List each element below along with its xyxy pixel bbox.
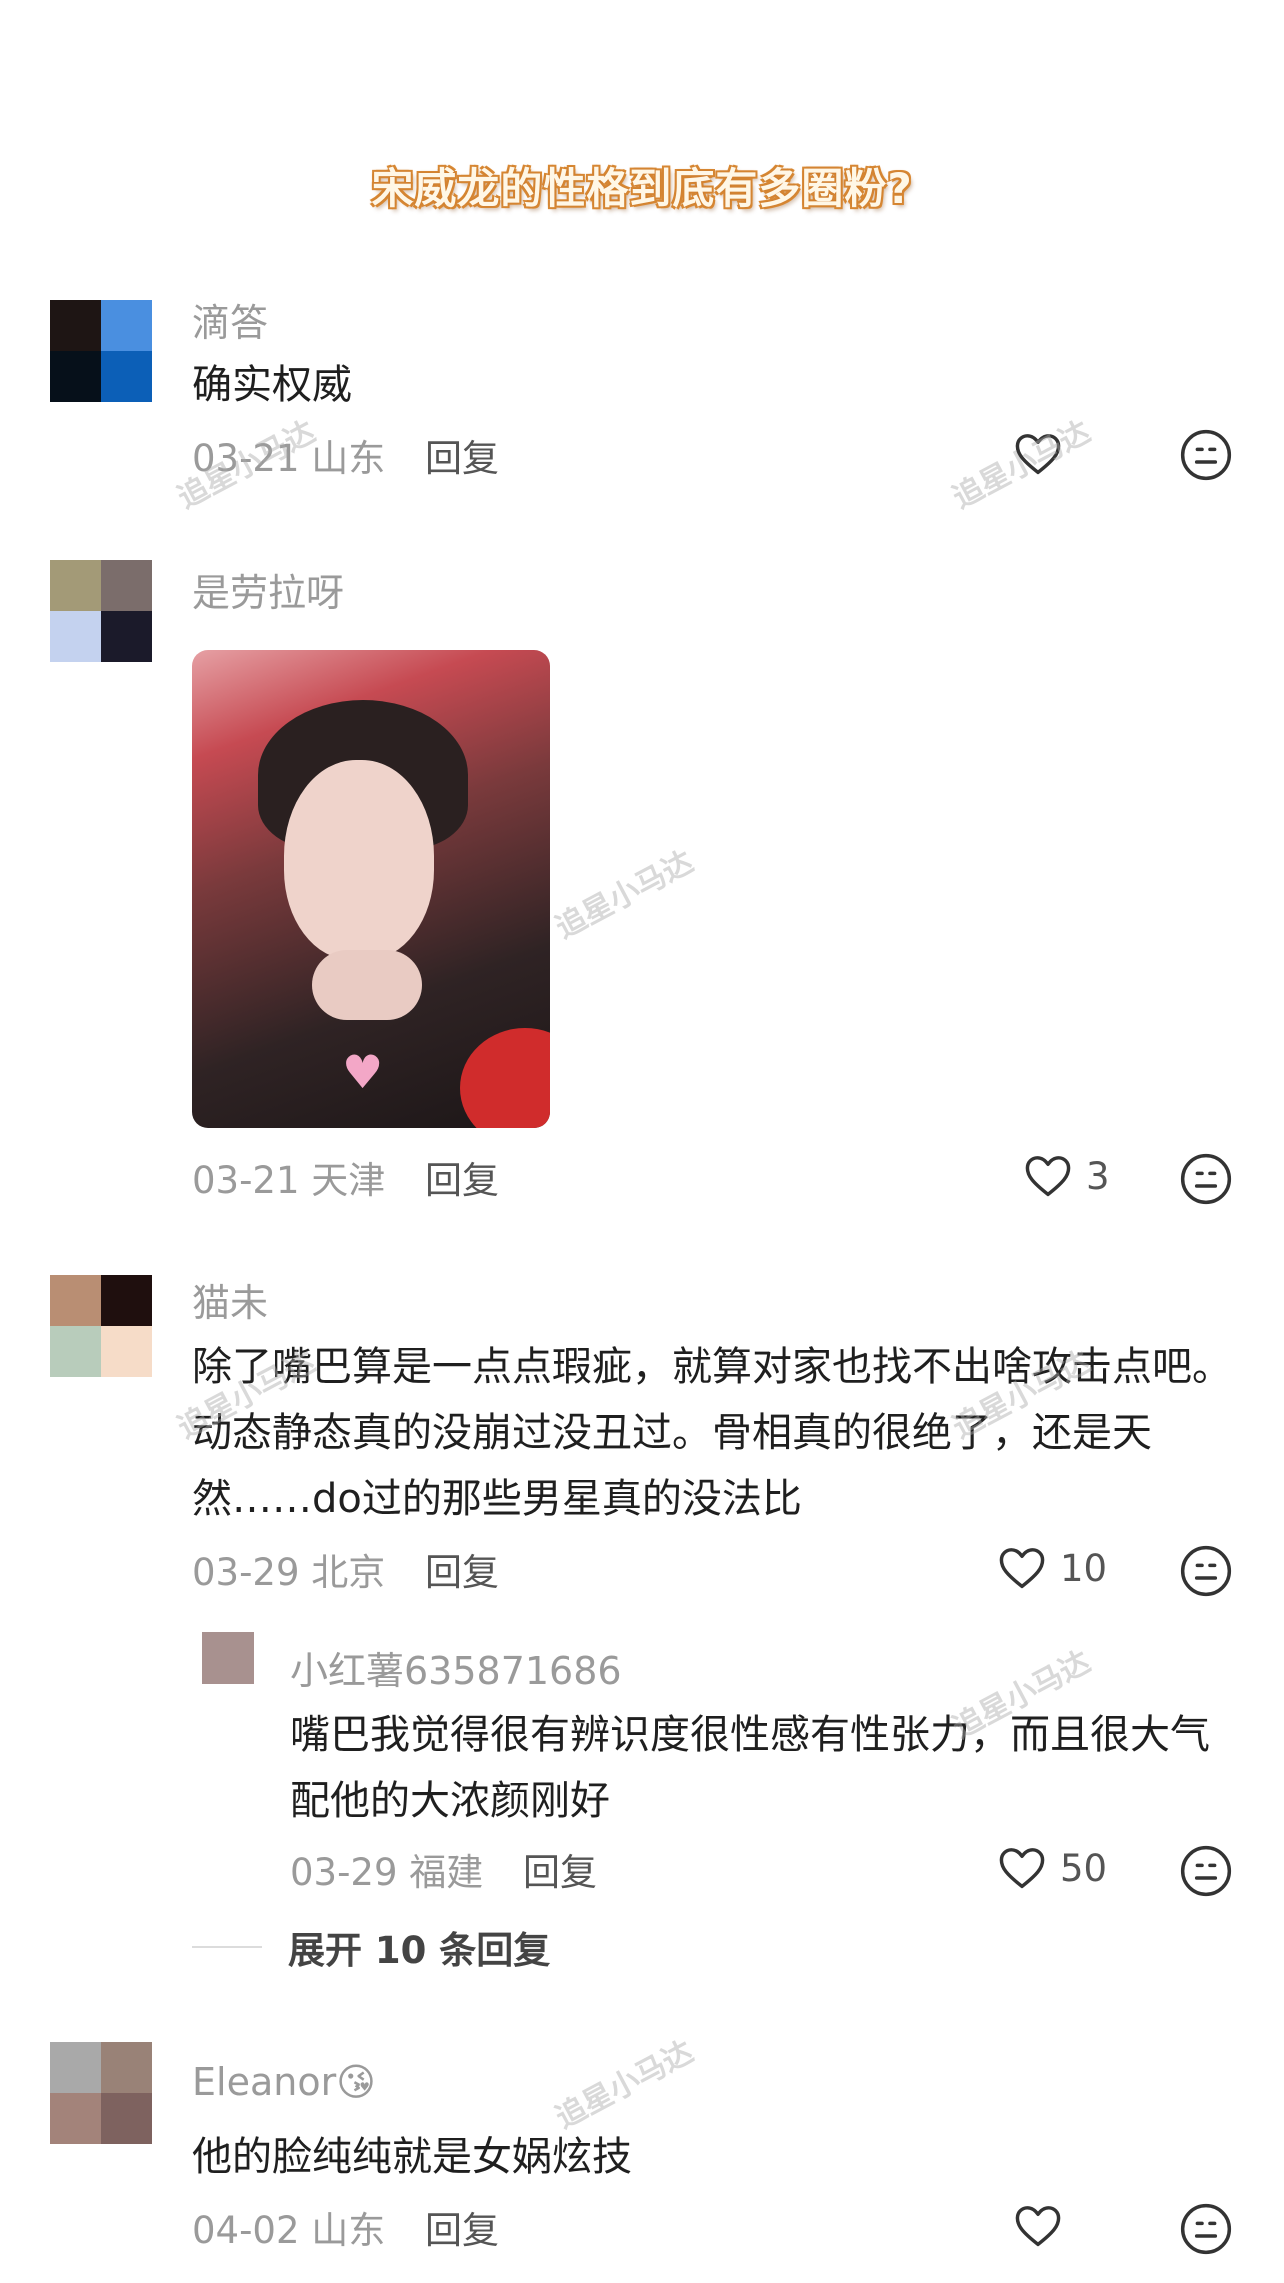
expand-replies-button[interactable]: 展开 10 条回复 <box>192 1920 550 1974</box>
reply-button[interactable]: 回复 <box>425 2209 499 2252</box>
comment-date: 03-29 <box>192 1551 300 1594</box>
watermark: 追星小马达 <box>550 844 700 946</box>
comment-meta: 03-29 北京 回复 <box>192 1542 499 1596</box>
reply-location: 福建 <box>409 1851 484 1894</box>
reply-date: 03-29 <box>290 1851 398 1894</box>
like-count: 50 <box>1060 1846 1108 1890</box>
comment-location: 北京 <box>311 1551 386 1594</box>
like-button[interactable]: 3 <box>1022 1150 1110 1202</box>
image-face <box>284 760 434 960</box>
expand-replies-label: 展开 10 条回复 <box>288 1929 551 1972</box>
comment-location: 山东 <box>311 437 386 480</box>
avatar[interactable] <box>50 1275 152 1377</box>
heart-outline-icon <box>1015 2206 1061 2247</box>
avatar[interactable] <box>50 300 152 402</box>
comment-text: 他的脸纯纯就是女娲炫技 <box>192 2134 632 2180</box>
comment-username[interactable]: 是劳拉呀 <box>192 562 344 617</box>
reply-avatar[interactable] <box>202 1632 254 1684</box>
reply-button[interactable]: 回复 <box>425 1551 499 1594</box>
neutral-face-icon[interactable] <box>1178 427 1234 483</box>
reply-meta: 03-29 福建 回复 <box>290 1842 597 1896</box>
comment-username[interactable]: Eleanor😘 <box>192 2060 376 2104</box>
neutral-face-icon[interactable] <box>1178 1151 1234 1207</box>
image-hands <box>312 950 422 1020</box>
comment-date: 03-21 <box>192 1159 300 1202</box>
reply-button[interactable]: 回复 <box>425 437 499 480</box>
reply-button[interactable]: 回复 <box>425 1159 499 1202</box>
reply-text: 嘴巴我觉得很有辨识度很性感有性张力，而且很大气配他的大浓颜刚好 <box>290 1712 1210 1824</box>
comment-location: 山东 <box>311 2209 386 2252</box>
watermark: 追星小马达 <box>550 2034 700 2136</box>
post-title: 宋威龙的性格到底有多圈粉? <box>371 164 913 213</box>
like-button[interactable]: 10 <box>996 1542 1107 1594</box>
reply-button[interactable]: 回复 <box>523 1851 597 1894</box>
avatar[interactable] <box>50 560 152 662</box>
comment-image[interactable]: ♥ <box>192 650 550 1128</box>
like-button[interactable] <box>1012 2200 1076 2252</box>
like-button[interactable]: 50 <box>996 1842 1107 1894</box>
comment-username[interactable]: 猫未 <box>192 1272 268 1327</box>
neutral-face-icon[interactable] <box>1178 2201 1234 2257</box>
divider-line <box>192 1946 262 1948</box>
neutral-face-icon[interactable] <box>1178 1543 1234 1599</box>
heart-outline-icon <box>999 1548 1045 1589</box>
comment-meta: 03-21 天津 回复 <box>192 1150 499 1204</box>
reply-username[interactable]: 小红薯635871686 <box>290 1640 622 1695</box>
heart-outline-icon <box>1025 1156 1071 1197</box>
image-red-object <box>460 1028 550 1128</box>
comment-location: 天津 <box>311 1159 386 1202</box>
image-heart-icon: ♥ <box>342 1045 384 1099</box>
comment-username[interactable]: 滴答 <box>192 292 268 347</box>
heart-outline-icon <box>999 1848 1045 1889</box>
like-count: 10 <box>1060 1546 1108 1590</box>
avatar[interactable] <box>50 2042 152 2144</box>
comment-meta: 04-02 山东 回复 <box>192 2200 499 2254</box>
neutral-face-icon[interactable] <box>1178 1843 1234 1899</box>
like-count: 3 <box>1086 1154 1110 1198</box>
comment-date: 04-02 <box>192 2209 300 2252</box>
